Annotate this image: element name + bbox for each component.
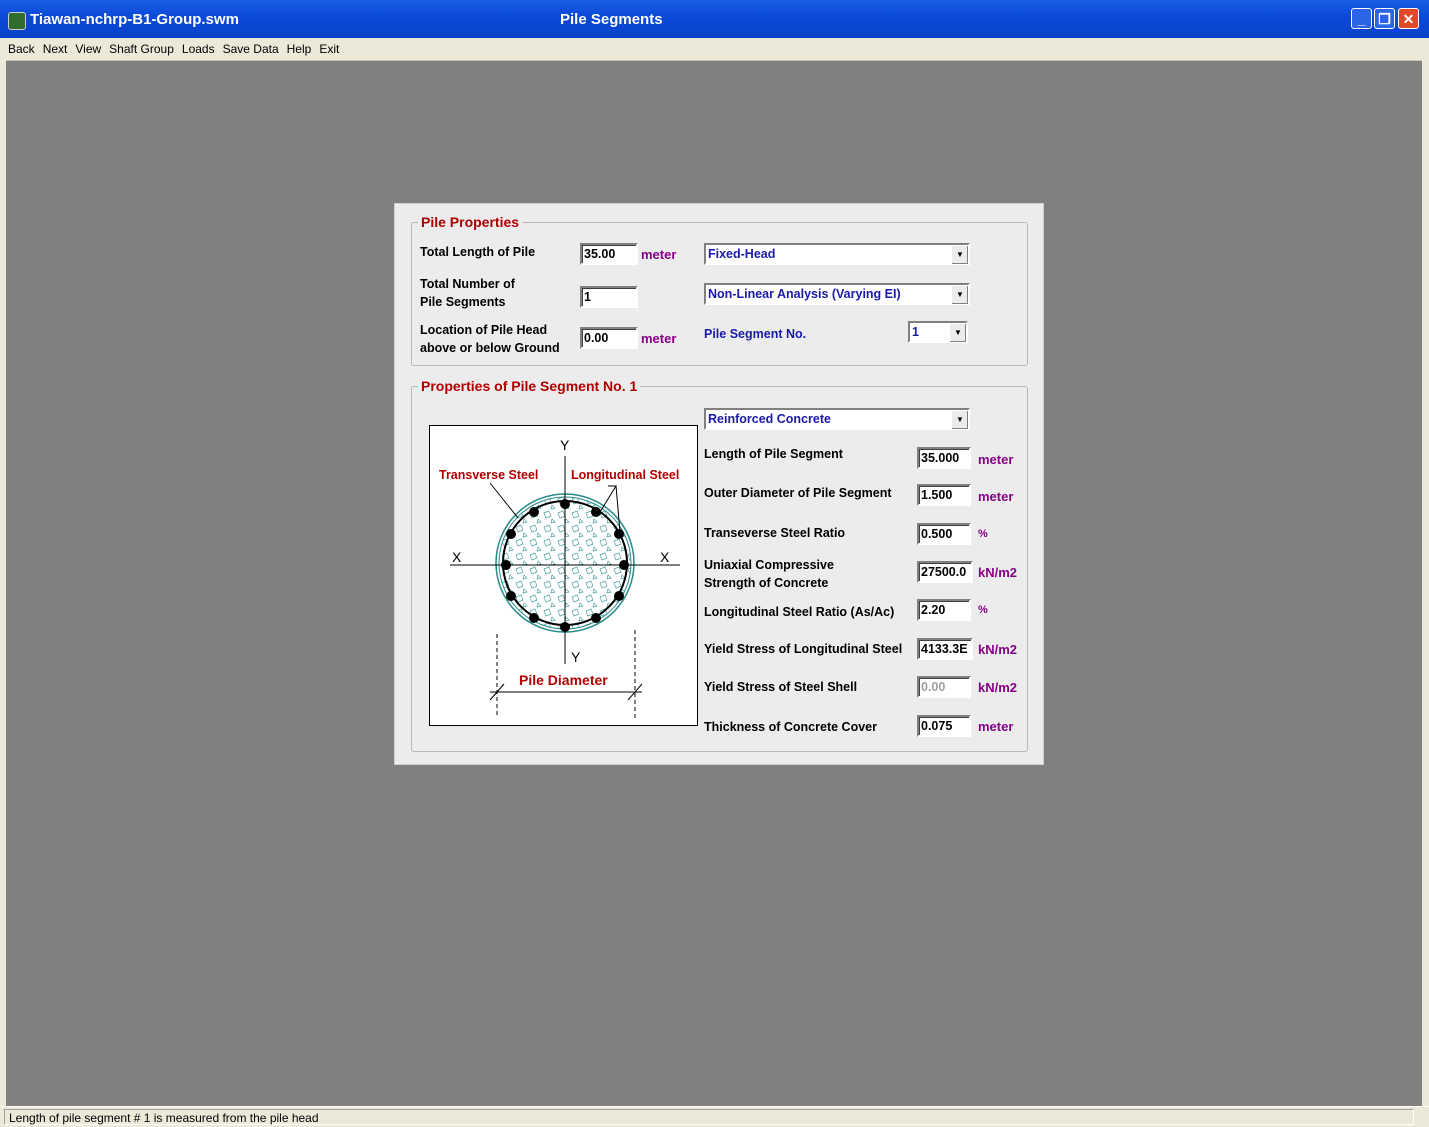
transverse-ratio-unit: % <box>978 528 988 540</box>
window-title: Tiawan-nchrp-B1-Group.swm <box>30 11 239 28</box>
cover-thickness-unit: meter <box>978 719 1014 734</box>
transverse-ratio-input[interactable]: 0.500 <box>917 523 971 545</box>
num-segments-label-1: Total Number of <box>420 277 515 291</box>
head-location-label-1: Location of Pile Head <box>420 323 548 337</box>
pile-properties-title: Pile Properties <box>418 214 523 230</box>
minimize-button[interactable]: _ <box>1351 8 1372 29</box>
restore-button[interactable]: ❐ <box>1374 8 1395 29</box>
segment-no-select[interactable]: 1 ▼ <box>908 321 968 343</box>
material-value: Reinforced Concrete <box>708 412 831 426</box>
compressive-strength-unit: kN/m2 <box>978 565 1018 580</box>
chevron-down-icon[interactable]: ▼ <box>951 285 968 304</box>
chevron-down-icon[interactable]: ▼ <box>951 245 968 264</box>
title-bar: Tiawan-nchrp-B1-Group.swm Pile Segments … <box>0 0 1429 38</box>
y-top-label: Y <box>560 437 570 453</box>
total-length-unit: meter <box>641 247 677 262</box>
compressive-strength-label-1: Uniaxial Compressive <box>704 558 834 572</box>
longitudinal-ratio-label: Longitudinal Steel Ratio (As/Ac) <box>704 605 895 619</box>
cover-thickness-label: Thickness of Concrete Cover <box>704 720 877 734</box>
total-length-label: Total Length of Pile <box>420 245 536 259</box>
head-location-label-2: above or below Ground <box>420 341 560 355</box>
cover-thickness-input[interactable]: 0.075 <box>917 715 971 737</box>
num-segments-input[interactable]: 1 <box>580 286 638 308</box>
y-bottom-label: Y <box>571 649 581 665</box>
longitudinal-ratio-unit: % <box>978 604 988 616</box>
outer-diameter-input[interactable]: 1.500 <box>917 484 971 506</box>
outer-diameter-label: Outer Diameter of Pile Segment <box>704 486 892 500</box>
num-segments-label-2: Pile Segments <box>420 295 506 309</box>
pile-cross-section-diagram: Y Y X X Transverse Steel Longitudinal St… <box>429 425 698 726</box>
head-condition-select[interactable]: Fixed-Head ▼ <box>704 243 970 265</box>
segment-length-unit: meter <box>978 452 1014 467</box>
yield-longitudinal-label: Yield Stress of Longitudinal Steel <box>704 642 903 656</box>
chevron-down-icon[interactable]: ▼ <box>949 323 966 342</box>
transverse-leader <box>489 482 519 519</box>
x-left-label: X <box>452 549 462 565</box>
analysis-type-select[interactable]: Non-Linear Analysis (Varying EI) ▼ <box>704 283 970 305</box>
segment-length-input[interactable]: 35.000 <box>917 447 971 469</box>
longitudinal-ratio-input[interactable]: 2.20 <box>917 599 971 621</box>
longitudinal-steel-label: Longitudinal Steel <box>571 468 679 482</box>
x-right-label: X <box>660 549 670 565</box>
status-bar: Length of pile segment # 1 is measured f… <box>0 1106 1429 1127</box>
yield-shell-unit: kN/m2 <box>978 680 1018 695</box>
yield-longitudinal-unit: kN/m2 <box>978 642 1018 657</box>
transverse-ratio-label: Transeverse Steel Ratio <box>704 526 846 540</box>
yield-shell-label: Yield Stress of Steel Shell <box>704 680 858 694</box>
menu-bar: Back Next View Shaft Group Loads Save Data Hel… <box>0 38 1429 61</box>
pile-diameter-label: Pile Diameter <box>519 672 608 688</box>
segment-no-label: Pile Segment No. <box>704 327 807 341</box>
menu-shaft-group[interactable]: Shaft Group <box>109 38 174 60</box>
frame-left <box>0 60 6 1108</box>
segment-length-label: Length of Pile Segment <box>704 447 843 461</box>
chevron-down-icon[interactable]: ▼ <box>951 410 968 429</box>
segment-no-value: 1 <box>912 325 919 339</box>
transverse-steel-label: Transverse Steel <box>439 468 538 482</box>
yield-shell-input: 0.00 <box>917 676 971 698</box>
menu-help[interactable]: Help <box>287 38 312 60</box>
head-location-input[interactable]: 0.00 <box>580 327 638 349</box>
status-text: Length of pile segment # 1 is measured f… <box>4 1109 1414 1125</box>
menu-back[interactable]: Back <box>8 38 35 60</box>
compressive-strength-input[interactable]: 27500.0 <box>917 561 973 583</box>
close-button[interactable]: ✕ <box>1398 8 1419 29</box>
menu-save-data[interactable]: Save Data <box>223 38 279 60</box>
analysis-type-value: Non-Linear Analysis (Varying EI) <box>708 287 901 301</box>
segment-properties-title: Properties of Pile Segment No. 1 <box>418 378 641 394</box>
material-select[interactable]: Reinforced Concrete ▼ <box>704 408 970 430</box>
outer-diameter-unit: meter <box>978 489 1014 504</box>
compressive-strength-label-2: Strength of Concrete <box>704 576 829 590</box>
cross-section-svg: Y Y X X Transverse Steel Longitudinal St… <box>439 437 680 718</box>
menu-next[interactable]: Next <box>43 38 68 60</box>
head-location-unit: meter <box>641 331 677 346</box>
menu-loads[interactable]: Loads <box>182 38 215 60</box>
head-condition-value: Fixed-Head <box>708 247 776 261</box>
menu-view[interactable]: View <box>75 38 101 60</box>
frame-right <box>1422 60 1429 1108</box>
app-icon <box>8 12 26 30</box>
screen-title: Pile Segments <box>560 11 663 28</box>
menu-exit[interactable]: Exit <box>319 38 339 60</box>
yield-longitudinal-input[interactable]: 4133.3E <box>917 638 973 660</box>
total-length-input[interactable]: 35.00 <box>580 243 638 265</box>
